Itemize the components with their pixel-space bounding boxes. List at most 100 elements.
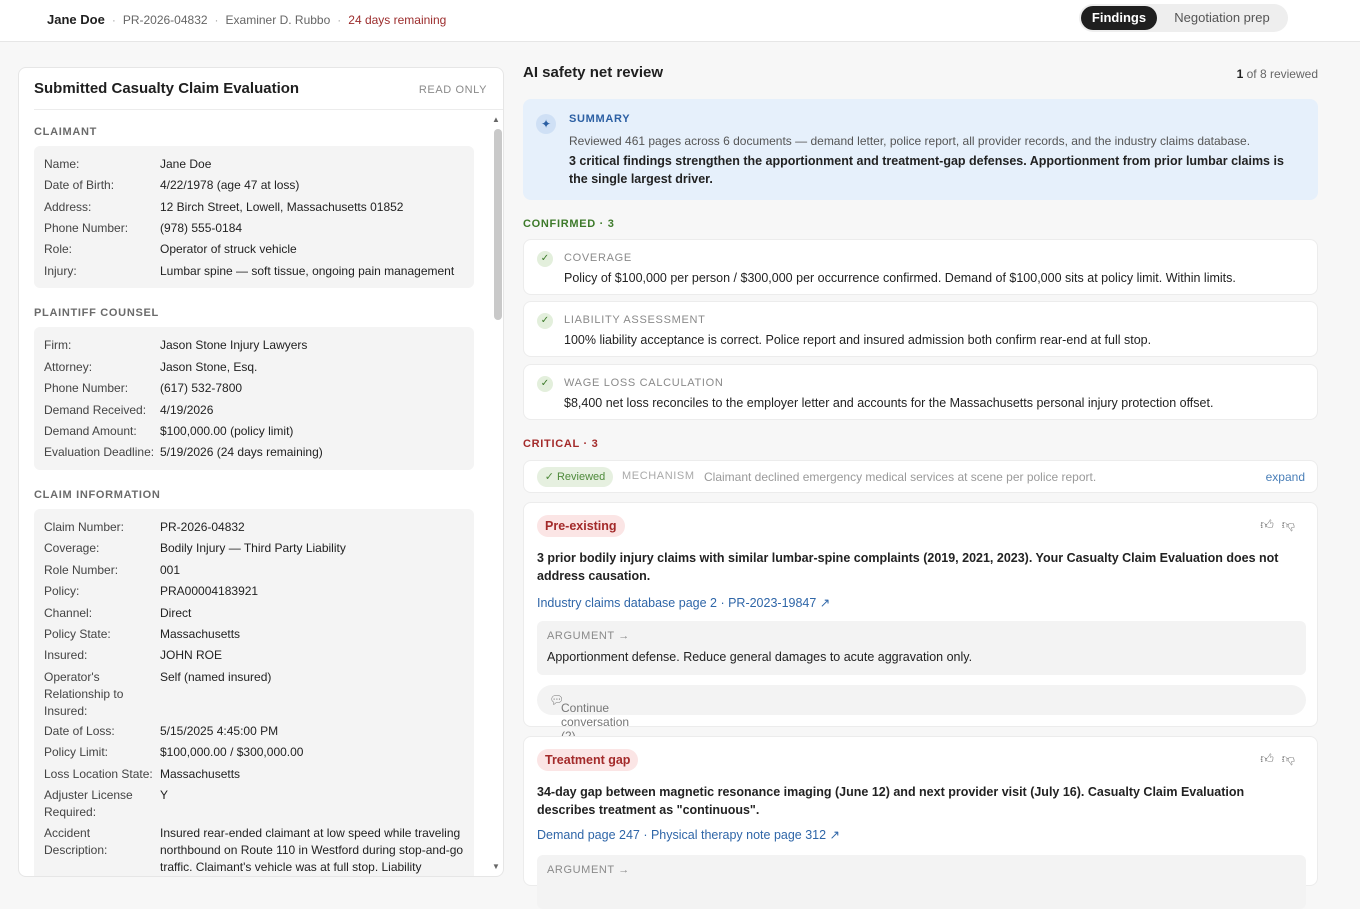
finding-title: MECHANISM xyxy=(622,470,695,482)
field-value: 001 xyxy=(160,563,181,577)
field-label: Phone Number: xyxy=(44,221,129,235)
claim-id: PR-2026-04832 xyxy=(122,13,208,27)
field-label: Address: xyxy=(44,200,92,214)
summary-scope: Reviewed 461 pages across 6 documents — … xyxy=(569,134,1251,148)
confirmed-item: ✓ LIABILITY ASSESSMENT 100% liability ac… xyxy=(523,301,1318,357)
finding-card: Treatment gap 👍︎👎︎ 34-day gap between ma… xyxy=(523,736,1318,909)
field-value: 4/19/2026 xyxy=(160,403,214,417)
argument-box: ARGUMENT → xyxy=(537,855,1306,909)
field-label: Policy State: xyxy=(44,627,111,641)
field-label: Role: xyxy=(44,242,73,256)
read-only-badge: READ ONLY xyxy=(418,84,487,96)
field-label: Date of Birth: xyxy=(44,178,115,192)
thumbs-down-icon[interactable]: 👎︎ xyxy=(1282,751,1303,766)
confirmed-text: 100% liability acceptance is correct. Po… xyxy=(564,333,1152,347)
field-value: Insured rear-ended claimant at low speed… xyxy=(160,826,464,874)
field-value: PRA00004183921 xyxy=(160,584,259,598)
field-label: Adjuster License Required: xyxy=(44,788,133,819)
argument-label: ARGUMENT → xyxy=(547,864,630,876)
finding-tag: Pre-existing xyxy=(537,515,625,537)
reviewed-badge: ✓ Reviewed xyxy=(537,467,613,487)
argument-box: ARGUMENT → Apportionment defense. Reduce… xyxy=(537,621,1306,675)
field-label: Loss Location State: xyxy=(44,767,153,781)
thumbs-down-icon[interactable]: 👎︎ xyxy=(1282,517,1303,532)
scrollbar-thumb[interactable] xyxy=(494,129,502,320)
field-label: Firm: xyxy=(44,338,72,352)
field-value: Jane Doe xyxy=(160,157,212,171)
summary-text: 3 critical findings strengthen the appor… xyxy=(569,154,1284,186)
sparkle-icon: ✦ xyxy=(536,114,556,134)
finding-text: 34-day gap between magnetic resonance im… xyxy=(537,785,1245,817)
field-value: Y xyxy=(160,788,169,802)
examiner-name: Examiner D. Rubbo xyxy=(225,13,331,27)
finding-collapsed[interactable]: ✓ Reviewed MECHANISM Claimant declined e… xyxy=(523,460,1318,493)
thumbs-up-icon[interactable]: 👍︎ xyxy=(1260,751,1282,766)
field-label: Role Number: xyxy=(44,563,119,577)
field-label: Claim Number: xyxy=(44,520,125,534)
review-title: AI safety net review xyxy=(523,64,664,81)
field-label: Accident Description: xyxy=(44,826,108,857)
summary-card: ✦ SUMMARY Reviewed 461 pages across 6 do… xyxy=(523,99,1318,200)
confirmed-item: ✓ WAGE LOSS CALCULATION $8,400 net loss … xyxy=(523,364,1318,420)
review-progress: 1 of 8 reviewed xyxy=(1236,67,1318,81)
field-value: $100,000.00 / $300,000.00 xyxy=(160,745,304,759)
field-label: Policy Limit: xyxy=(44,745,109,759)
thumbs-up-icon[interactable]: 👍︎ xyxy=(1260,517,1282,532)
scroll-down-icon[interactable]: ▼ xyxy=(492,862,500,871)
section-claim-information: CLAIM INFORMATION xyxy=(34,489,161,501)
tab-findings[interactable]: Findings xyxy=(1081,6,1157,30)
field-value: 4/22/1978 (age 47 at loss) xyxy=(160,178,300,192)
field-label: Name: xyxy=(44,157,80,171)
breadcrumb: Jane Doe · PR-2026-04832 · Examiner D. Rubbo… xyxy=(47,12,447,27)
field-value: 5/15/2025 4:45:00 PM xyxy=(160,724,279,738)
tab-negotiation-prep[interactable]: Negotiation prep xyxy=(1161,6,1283,30)
field-value: Massachusetts xyxy=(160,627,241,641)
confirmed-item: ✓ COVERAGE Policy of $100,000 per person… xyxy=(523,239,1318,295)
field-value: 5/19/2026 (24 days remaining) xyxy=(160,445,323,459)
confirmed-heading: CONFIRMED · 3 xyxy=(523,218,615,230)
confirmed-text: $8,400 net loss reconciles to the employ… xyxy=(564,396,1214,410)
confirmed-text: Policy of $100,000 per person / $300,000… xyxy=(564,271,1236,285)
field-value: Self (named insured) xyxy=(160,670,272,684)
field-value: JOHN ROE xyxy=(160,648,223,662)
field-label: Channel: xyxy=(44,606,93,620)
field-value: PR-2026-04832 xyxy=(160,520,245,534)
field-value: Bodily Injury — Third Party Liability xyxy=(160,541,346,555)
confirmed-title: WAGE LOSS CALCULATION xyxy=(564,377,724,389)
counsel-box: Firm: Jason Stone Injury Lawyers Attorney… xyxy=(34,327,474,470)
field-label: Evaluation Deadline: xyxy=(44,445,155,459)
source-link[interactable]: Industry claims database page 2 · PR-202… xyxy=(537,595,830,610)
field-label: Demand Received: xyxy=(44,403,147,417)
continue-conversation-label: 💬︎ Continue conversation (2) xyxy=(549,693,630,743)
confirmed-title: LIABILITY ASSESSMENT xyxy=(564,314,706,326)
finding-text: 3 prior bodily injury claims with simila… xyxy=(537,551,1279,583)
continue-conversation-button[interactable]: 💬︎ Continue conversation (2) xyxy=(537,685,1306,743)
field-value: Lumbar spine — soft tissue, ongoing pain… xyxy=(160,264,455,278)
top-bar: Jane Doe · PR-2026-04832 · Examiner D. Rubbo… xyxy=(0,0,1360,42)
summary-label: SUMMARY xyxy=(569,113,631,125)
field-value: Jason Stone, Esq. xyxy=(160,360,258,374)
expand-link[interactable]: expand xyxy=(1266,470,1305,484)
critical-heading: CRITICAL · 3 xyxy=(523,438,599,450)
panel-title: Submitted Casualty Claim Evaluation xyxy=(34,80,300,97)
field-value: Direct xyxy=(160,606,192,620)
field-label: Attorney: xyxy=(44,360,93,374)
days-remaining: 24 days remaining xyxy=(348,13,447,27)
source-link[interactable]: Demand page 247 · Physical therapy note … xyxy=(537,827,840,842)
section-claimant: CLAIMANT xyxy=(34,126,98,138)
scroll-up-icon[interactable]: ▲ xyxy=(492,115,500,124)
field-value: $100,000.00 (policy limit) xyxy=(160,424,294,438)
confirmed-title: COVERAGE xyxy=(564,252,632,264)
field-label: Demand Amount: xyxy=(44,424,137,438)
field-label: Coverage: xyxy=(44,541,100,555)
field-value: Massachusetts xyxy=(160,767,241,781)
claimant-name: Jane Doe xyxy=(47,12,105,27)
argument-text: Apportionment defense. Reduce general da… xyxy=(547,650,973,664)
field-label: Phone Number: xyxy=(44,381,129,395)
section-plaintiff-counsel: PLAINTIFF COUNSEL xyxy=(34,307,159,319)
field-value: Operator of struck vehicle xyxy=(160,242,297,256)
claim-box: Claim Number: PR-2026-04832 Coverage: Bodi… xyxy=(34,509,474,876)
field-value: 12 Birch Street, Lowell, Massachusetts 0… xyxy=(160,200,404,214)
argument-label: ARGUMENT → xyxy=(547,630,630,642)
finding-card: Pre-existing 👍︎👎︎ 3 prior bodily injury … xyxy=(523,502,1318,743)
